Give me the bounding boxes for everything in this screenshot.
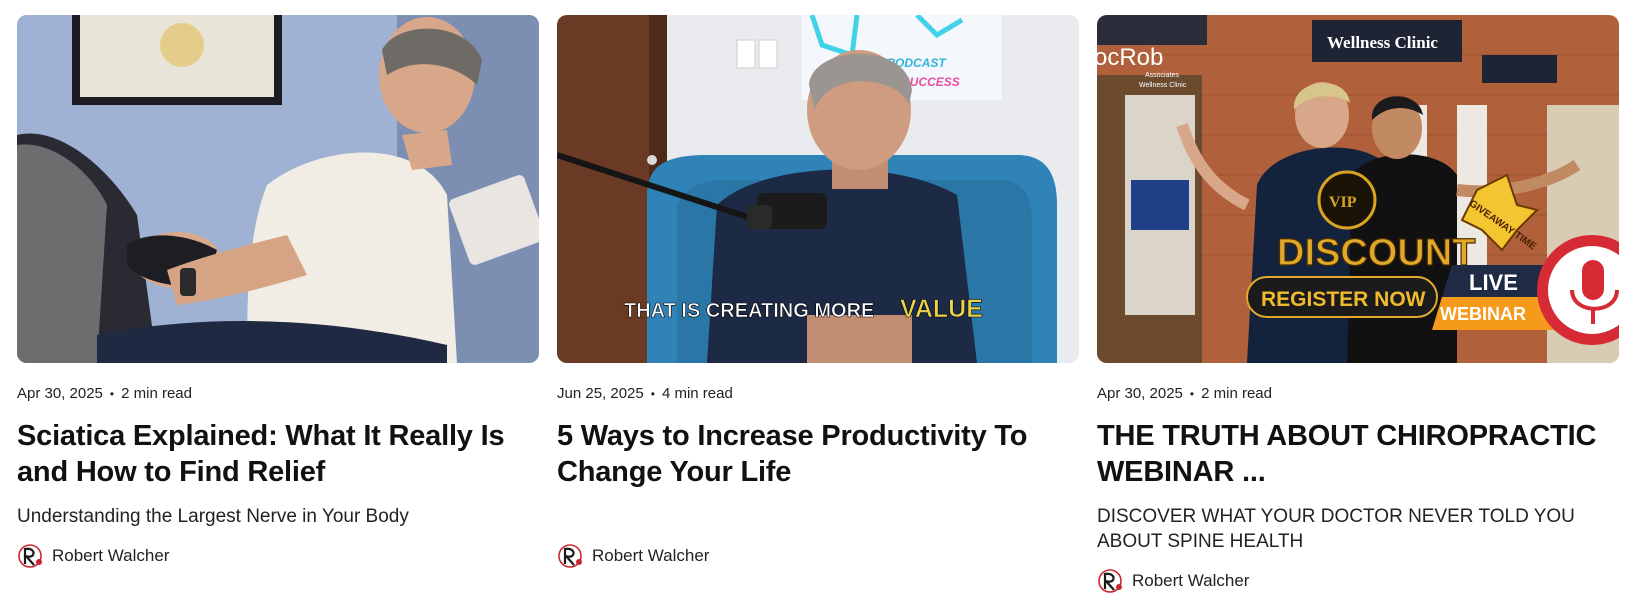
- thumb-register: REGISTER NOW: [1261, 288, 1426, 311]
- thumb-discount: DISCOUNT: [1277, 232, 1475, 274]
- thumb-caption-highlight: VALUE: [900, 295, 983, 323]
- author-logo-icon: [1098, 569, 1122, 593]
- post-card: Wellness Clinic ocRob Associates Wellnes…: [1097, 15, 1619, 594]
- thumb-doc-sub2: Wellness Clinic: [1139, 82, 1187, 89]
- meta-separator: •: [109, 387, 115, 401]
- meta-separator: •: [1189, 387, 1195, 401]
- thumb-doc-sub: Associates: [1145, 72, 1179, 79]
- thumb-doc-logo: ocRob: [1097, 44, 1163, 71]
- read-time: 4 min read: [661, 385, 733, 402]
- author-logo-icon: [18, 544, 42, 568]
- post-subtitle: Understanding the Largest Nerve in Your …: [17, 506, 409, 527]
- post-card: Apr 30, 2025 • 2 min read Sciatica Expla…: [17, 15, 539, 569]
- thumb-live: LIVE: [1469, 270, 1518, 295]
- thumb-webinar: WEBINAR: [1440, 304, 1526, 324]
- sciatica-photo: [17, 15, 539, 363]
- author-name: Robert Walcher: [1132, 571, 1250, 590]
- read-time: 2 min read: [1201, 385, 1272, 402]
- post-title[interactable]: Sciatica Explained: What It Really Is an…: [17, 418, 539, 490]
- post-thumbnail[interactable]: Wellness Clinic ocRob Associates Wellnes…: [1097, 15, 1619, 363]
- post-meta: Apr 30, 2025 • 2 min read: [17, 384, 539, 404]
- post-author[interactable]: Robert Walcher: [17, 543, 539, 569]
- post-subtitle: DISCOVER WHAT YOUR DOCTOR NEVER TOLD YOU…: [1097, 506, 1575, 552]
- post-thumbnail[interactable]: PODCAST TO SUCCESS THAT IS CREATING MORE…: [557, 15, 1079, 363]
- read-time: 2 min read: [121, 385, 192, 402]
- author-logo-icon: [558, 544, 582, 568]
- thumb-sign-clinic: Wellness Clinic: [1327, 33, 1438, 52]
- post-title[interactable]: THE TRUTH ABOUT CHIROPRACTIC WEBINAR ...: [1097, 418, 1619, 490]
- post-thumbnail[interactable]: [17, 15, 539, 363]
- post-author[interactable]: Robert Walcher: [1097, 568, 1619, 594]
- blog-post-grid: Apr 30, 2025 • 2 min read Sciatica Expla…: [0, 0, 1630, 596]
- post-meta: Jun 25, 2025 • 4 min read: [557, 384, 1079, 404]
- author-name: Robert Walcher: [52, 546, 170, 565]
- podcast-photo: PODCAST TO SUCCESS THAT IS CREATING MORE…: [557, 15, 1079, 363]
- post-meta: Apr 30, 2025 • 2 min read: [1097, 384, 1619, 404]
- post-card: PODCAST TO SUCCESS THAT IS CREATING MORE…: [557, 15, 1079, 569]
- thumb-caption: THAT IS CREATING MORE: [624, 300, 874, 322]
- post-date: Apr 30, 2025: [1097, 385, 1183, 402]
- meta-separator: •: [650, 387, 655, 401]
- post-date: Jun 25, 2025: [557, 385, 644, 402]
- webinar-photo: Wellness Clinic ocRob Associates Wellnes…: [1097, 15, 1619, 363]
- post-author[interactable]: Robert Walcher: [557, 543, 1079, 569]
- post-date: Apr 30, 2025: [17, 385, 103, 402]
- author-name: Robert Walcher: [592, 546, 710, 565]
- post-title[interactable]: 5 Ways to Increase Productivity To Chang…: [557, 418, 1079, 490]
- thumb-vip: VIP: [1329, 194, 1357, 211]
